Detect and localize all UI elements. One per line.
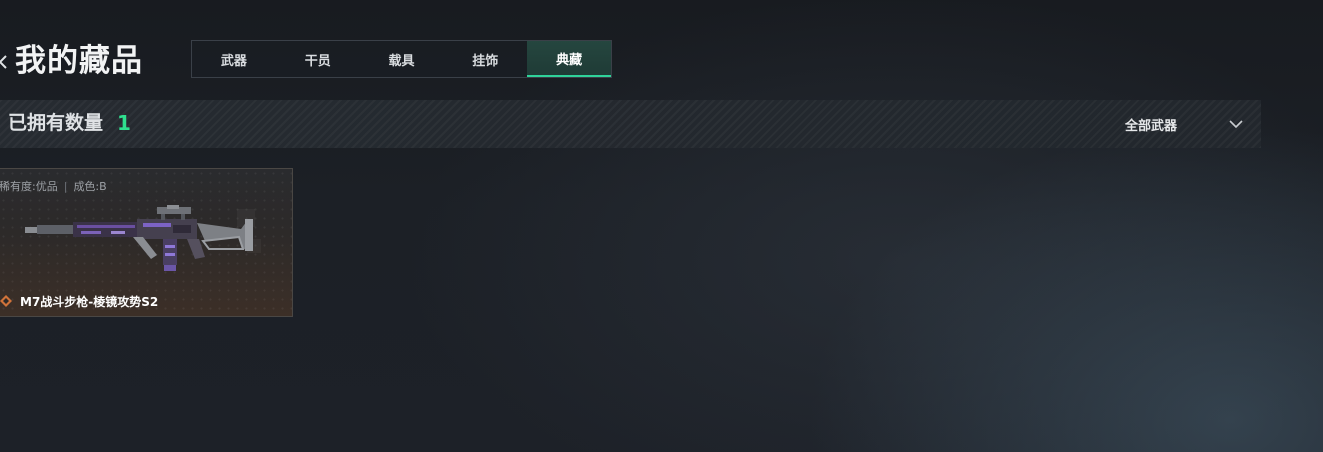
item-rarity: 稀有度:优品 <box>0 180 58 193</box>
item-name: M7战斗步枪-棱镜攻势S2 <box>20 295 159 309</box>
collection-screen: 我的藏品 武器 干员 载具 挂饰 典藏 已拥有数量 1 全部武器 稀有度:优品 |… <box>0 0 1323 452</box>
tab-vehicles[interactable]: 载具 <box>360 41 444 77</box>
collection-item-card[interactable]: 稀有度:优品 | 成色:B M7战斗步枪-棱镜攻势S2 <box>0 168 293 317</box>
weapon-filter-dropdown[interactable]: 全部武器 <box>1110 108 1260 140</box>
back-button[interactable] <box>0 44 10 80</box>
page-title: 我的藏品 <box>15 43 143 79</box>
owned-count-bar: 已拥有数量 1 全部武器 <box>0 100 1261 148</box>
tab-label: 挂饰 <box>472 53 499 69</box>
filter-selected-value: 全部武器 <box>1125 119 1178 134</box>
diamond-rarity-icon <box>0 295 12 307</box>
category-tabs: 武器 干员 载具 挂饰 典藏 <box>191 40 612 78</box>
owned-count-label: 已拥有数量 <box>8 112 104 134</box>
item-meta: 稀有度:优品 | 成色:B <box>0 178 107 194</box>
tab-label: 干员 <box>304 53 331 69</box>
chevron-left-icon <box>0 55 7 69</box>
item-condition: 成色:B <box>73 180 107 193</box>
tab-operators[interactable]: 干员 <box>276 41 360 77</box>
tab-weapons[interactable]: 武器 <box>192 41 276 77</box>
tab-label: 典藏 <box>556 52 583 68</box>
tab-charms[interactable]: 挂饰 <box>443 41 527 77</box>
tab-label: 武器 <box>220 53 247 69</box>
rifle-image <box>25 205 261 271</box>
owned-count-value: 1 <box>117 111 131 135</box>
tab-label: 载具 <box>388 53 415 69</box>
tab-collection[interactable]: 典藏 <box>527 41 611 77</box>
meta-divider: | <box>63 180 68 193</box>
chevron-down-icon <box>1229 120 1243 129</box>
